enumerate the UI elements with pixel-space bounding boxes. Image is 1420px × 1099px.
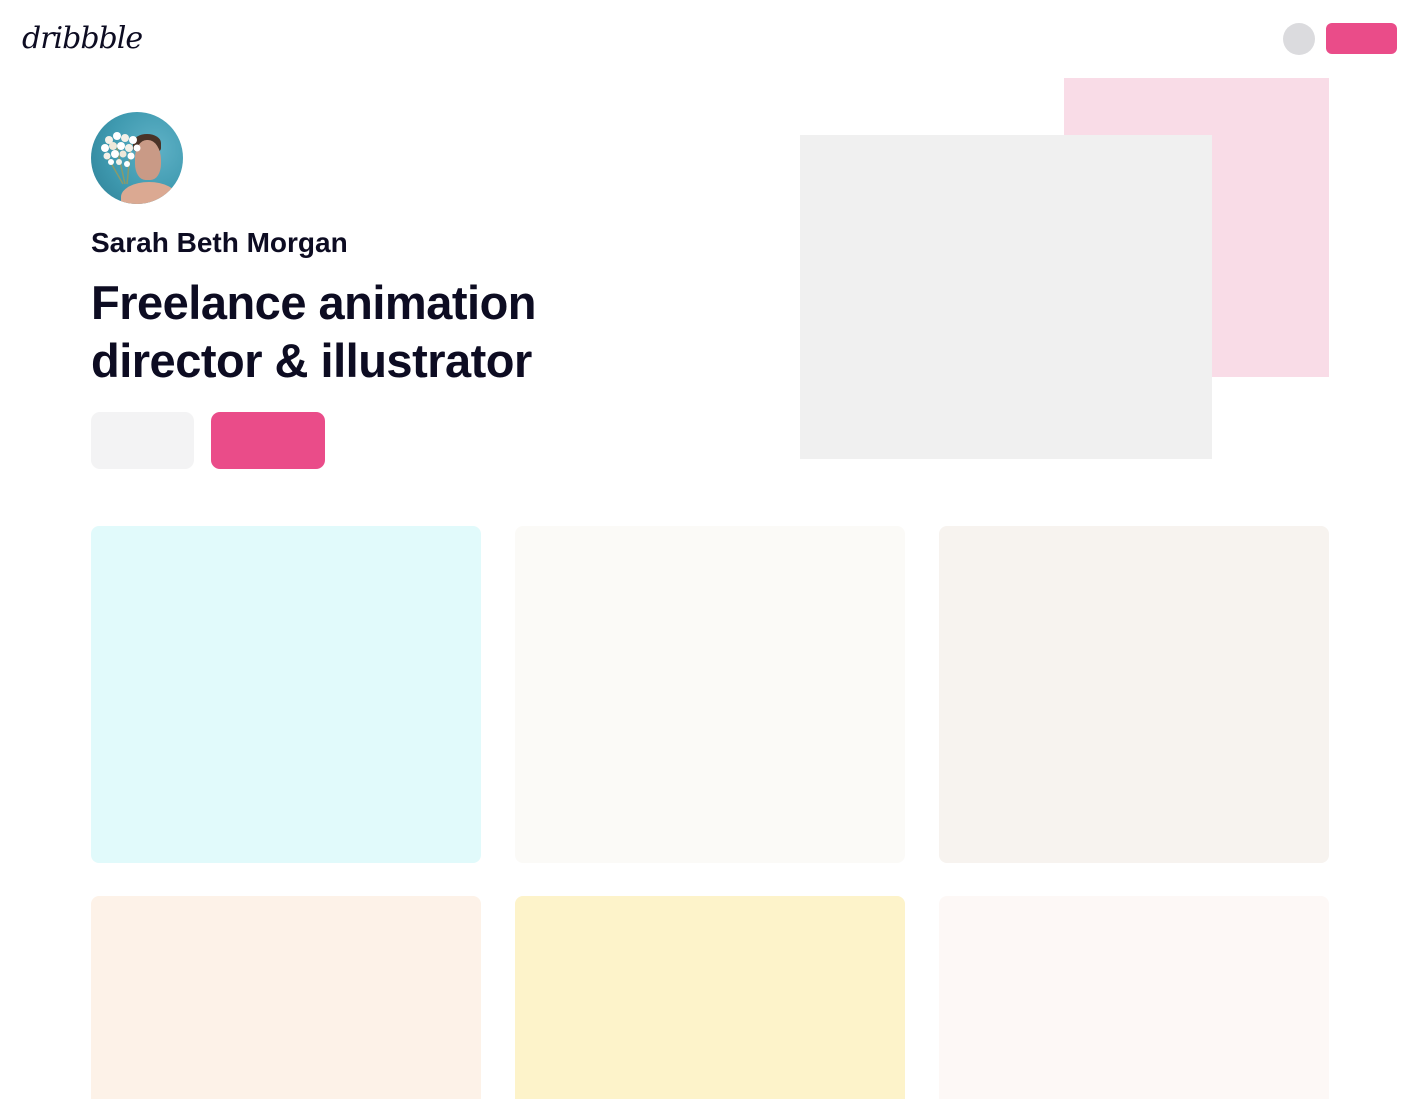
shot-thumbnail[interactable] [91, 896, 481, 1099]
shot-thumbnail[interactable] [515, 896, 905, 1099]
shot-thumbnail[interactable] [515, 526, 905, 863]
page: dribbble Sarah Beth Morgan Freelance ani… [0, 0, 1420, 1099]
primary-action-button[interactable] [211, 412, 325, 469]
hero-media-front[interactable] [800, 135, 1212, 459]
profile-headline: Freelance animation director & illustrat… [91, 276, 537, 387]
header-cta-button[interactable] [1326, 23, 1397, 54]
shot-thumbnail[interactable] [939, 526, 1329, 863]
flowers-icon [101, 132, 141, 185]
dribbble-logo[interactable]: dribbble [22, 22, 143, 56]
profile-name: Sarah Beth Morgan [91, 227, 348, 258]
profile-avatar [91, 112, 183, 204]
user-avatar-placeholder[interactable] [1283, 23, 1315, 55]
secondary-action-button[interactable] [91, 412, 194, 469]
shot-thumbnail[interactable] [939, 896, 1329, 1099]
shot-thumbnail[interactable] [91, 526, 481, 863]
